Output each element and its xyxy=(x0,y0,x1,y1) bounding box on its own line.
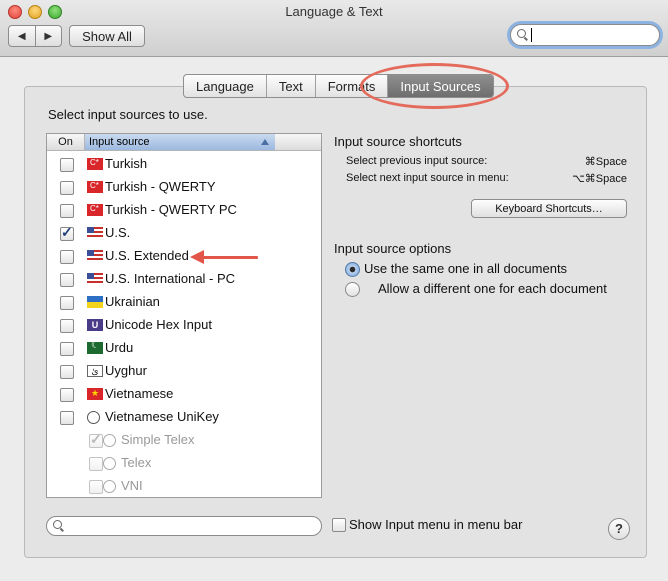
window-title: Language & Text xyxy=(285,4,383,19)
annotation-arrow xyxy=(190,250,258,264)
turkey-flag-icon xyxy=(87,158,103,170)
list-header: On Input source xyxy=(47,134,321,151)
shortcuts-title: Input source shortcuts xyxy=(334,134,462,149)
unicode-icon: U xyxy=(87,319,103,331)
checkbox-uyghur[interactable] xyxy=(60,365,74,379)
list-item[interactable]: U.S. xyxy=(47,223,321,246)
tab-text[interactable]: Text xyxy=(265,75,315,97)
list-search-input[interactable] xyxy=(46,516,322,536)
checkbox-us[interactable] xyxy=(60,224,74,241)
prev-source-shortcut[interactable]: ⌘Space xyxy=(567,155,627,168)
vietnam-flag-icon xyxy=(87,388,103,400)
search-icon xyxy=(517,29,526,38)
source-label: Ukrainian xyxy=(105,294,160,309)
checkbox-ukrainian[interactable] xyxy=(60,296,74,310)
title-bar: Language & Text ◀ ▶ Show All xyxy=(0,0,668,57)
list-item[interactable]: U.S. Extended xyxy=(47,246,321,269)
search-input[interactable] xyxy=(510,24,660,46)
source-label: Unicode Hex Input xyxy=(105,317,212,332)
back-forward-control: ◀ ▶ xyxy=(8,25,62,47)
next-source-shortcut[interactable]: ⌥⌘Space xyxy=(567,172,627,185)
checkbox-us-international-pc[interactable] xyxy=(60,273,74,287)
prev-source-label: Select previous input source: xyxy=(346,155,488,167)
checkbox-urdu[interactable] xyxy=(60,342,74,356)
source-label: Vietnamese UniKey xyxy=(105,409,219,424)
list-item[interactable]: VNI xyxy=(47,476,321,497)
turkey-flag-icon xyxy=(87,204,103,216)
unikey-icon xyxy=(103,434,116,447)
source-label: U.S. xyxy=(105,225,131,240)
us-flag-icon xyxy=(87,227,103,239)
list-item[interactable]: Turkish xyxy=(47,154,321,177)
sort-ascending-icon xyxy=(261,139,269,145)
forward-button[interactable]: ▶ xyxy=(34,26,62,46)
search-icon xyxy=(53,520,62,529)
checkbox-vni[interactable] xyxy=(89,480,103,494)
forward-icon: ▶ xyxy=(44,30,53,42)
list-item[interactable]: Vietnamese UniKey xyxy=(47,407,321,430)
list-item[interactable]: Vietnamese xyxy=(47,384,321,407)
input-source-list[interactable]: On Input source Turkish Turkish - QWERTY… xyxy=(46,133,322,498)
column-header-input-source[interactable]: Input source xyxy=(85,134,275,150)
radio-different-source[interactable] xyxy=(345,282,360,297)
pakistan-flag-icon xyxy=(87,340,103,354)
show-all-button[interactable]: Show All xyxy=(69,25,145,47)
list-item[interactable]: Simple Telex xyxy=(47,430,321,453)
list-item[interactable]: Ukrainian xyxy=(47,292,321,315)
unikey-icon xyxy=(103,480,116,493)
us-flag-icon xyxy=(87,250,103,262)
radio-same-source-label[interactable]: Use the same one in all documents xyxy=(364,261,567,276)
annotation-oval xyxy=(360,63,509,109)
checkbox-turkish-qwerty[interactable] xyxy=(60,181,74,195)
options-title: Input source options xyxy=(334,241,452,256)
back-icon: ◀ xyxy=(17,30,26,42)
back-button[interactable]: ◀ xyxy=(9,26,35,46)
show-input-menu-label[interactable]: Show Input menu in menu bar xyxy=(349,517,522,532)
checkbox-turkish[interactable] xyxy=(60,158,74,172)
list-item[interactable]: Turkish - QWERTY xyxy=(47,177,321,200)
column-header-on[interactable]: On xyxy=(47,134,85,150)
checkbox-telex[interactable] xyxy=(89,457,103,471)
source-label: Telex xyxy=(121,455,152,470)
source-label: Turkish - QWERTY xyxy=(105,179,216,194)
turkey-flag-icon xyxy=(87,181,103,193)
unikey-icon xyxy=(87,411,100,424)
list-item[interactable]: U Unicode Hex Input xyxy=(47,315,321,338)
next-source-label: Select next input source in menu: xyxy=(346,172,509,184)
source-label: Simple Telex xyxy=(121,432,195,447)
radio-different-source-label[interactable]: Allow a different one for each document xyxy=(378,281,607,296)
radio-same-source[interactable] xyxy=(345,262,360,277)
show-input-menu-checkbox[interactable] xyxy=(332,518,346,532)
source-label: Vietnamese xyxy=(105,386,174,401)
help-button[interactable]: ? xyxy=(608,518,630,540)
us-flag-icon xyxy=(87,273,103,285)
source-label: Turkish xyxy=(105,156,148,171)
source-label: Urdu xyxy=(105,340,134,355)
source-label: VNI xyxy=(121,478,143,493)
tab-language[interactable]: Language xyxy=(184,75,266,97)
source-label: U.S. International - PC xyxy=(105,271,236,286)
source-label: Uyghur xyxy=(105,363,147,378)
checkbox-us-extended[interactable] xyxy=(60,250,74,264)
ukraine-flag-icon xyxy=(87,296,103,308)
checkbox-vietnamese-unikey[interactable] xyxy=(60,411,74,425)
list-item[interactable]: U.S. International - PC xyxy=(47,269,321,292)
list-item[interactable]: Turkish - QWERTY PC xyxy=(47,200,321,223)
list-item[interactable]: Urdu xyxy=(47,338,321,361)
instruction-text: Select input sources to use. xyxy=(48,107,208,122)
list-item[interactable]: Telex xyxy=(47,453,321,476)
uyghur-icon: ئ xyxy=(87,365,103,377)
checkbox-turkish-qwerty-pc[interactable] xyxy=(60,204,74,218)
checkbox-unicode-hex-input[interactable] xyxy=(60,319,74,333)
list-item[interactable]: ئ Uyghur xyxy=(47,361,321,384)
unikey-icon xyxy=(103,457,116,470)
checkbox-simple-telex[interactable] xyxy=(89,431,103,448)
checkbox-vietnamese[interactable] xyxy=(60,388,74,402)
arrow-line xyxy=(202,256,258,259)
keyboard-shortcuts-button[interactable]: Keyboard Shortcuts… xyxy=(471,199,627,218)
source-label: U.S. Extended xyxy=(105,248,189,263)
text-caret xyxy=(531,28,532,42)
source-label: Turkish - QWERTY PC xyxy=(105,202,237,217)
